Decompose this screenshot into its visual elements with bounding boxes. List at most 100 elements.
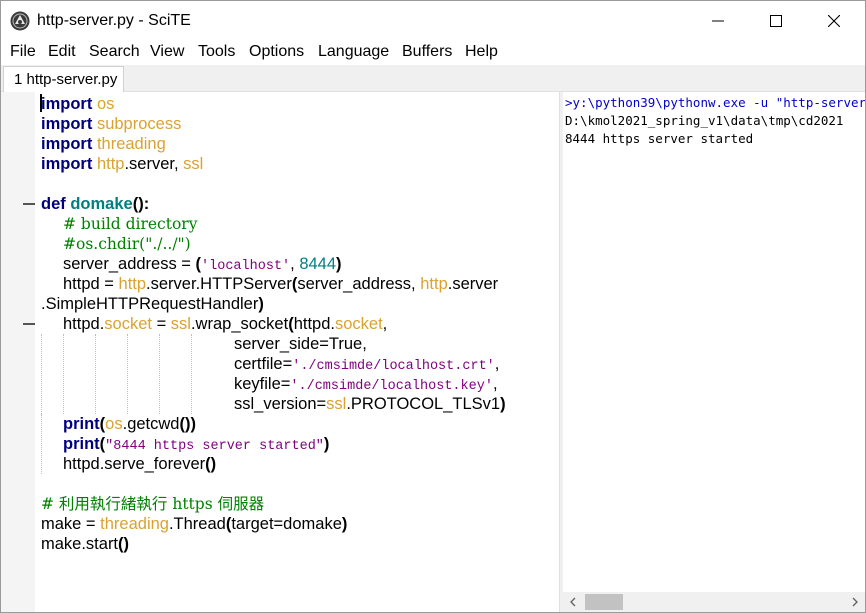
code-line: server_side=True, bbox=[234, 334, 367, 354]
comment: # build directory bbox=[63, 215, 198, 233]
output-horizontal-scrollbar[interactable] bbox=[563, 592, 865, 612]
output-pane[interactable]: >y:\python39\pythonw.exe -u "http-server… bbox=[563, 92, 865, 612]
operator: ) bbox=[336, 255, 342, 273]
module-name: http bbox=[118, 275, 147, 293]
scroll-left-button[interactable] bbox=[563, 592, 583, 612]
code-line: httpd.serve_forever() bbox=[63, 454, 216, 474]
code-text: httpd.serve_forever bbox=[63, 455, 206, 473]
code-line: # 利用執行緒執行 https 伺服器 bbox=[41, 494, 264, 514]
fold-marker-wrap-socket[interactable] bbox=[23, 323, 35, 325]
operator: ) bbox=[341, 515, 348, 533]
menu-options[interactable]: Options bbox=[249, 43, 304, 61]
keyword: import bbox=[41, 135, 93, 153]
code-line: make.start() bbox=[41, 534, 129, 554]
code-text: = bbox=[151, 315, 171, 333]
keyword: import bbox=[41, 115, 93, 133]
string-literal: 'localhost' bbox=[201, 259, 291, 274]
indent-guide bbox=[191, 334, 192, 414]
code-text: , bbox=[382, 315, 388, 333]
code-line: make = threading.Thread(target=domake) bbox=[41, 514, 347, 534]
code-text: .PROTOCOL_TLSv1 bbox=[346, 395, 501, 413]
code-line: keyfile='./cmsimde/localhost.key', bbox=[234, 374, 498, 394]
code-text: httpd = bbox=[63, 275, 119, 293]
fold-marker-def[interactable] bbox=[23, 203, 35, 205]
buffer-tab-bar: 1 http-server.py bbox=[1, 65, 865, 92]
minimize-button[interactable] bbox=[689, 1, 747, 41]
keyword: def bbox=[41, 195, 66, 213]
code-line: server_address = ('localhost', 8444) bbox=[63, 254, 342, 274]
code-line: httpd = http.server.HTTPServer(server_ad… bbox=[63, 274, 498, 294]
string-literal: './cmsimde/localhost.key' bbox=[290, 379, 493, 394]
menu-buffers[interactable]: Buffers bbox=[402, 43, 452, 61]
code-text: .Thread bbox=[168, 515, 226, 533]
menu-file[interactable]: File bbox=[10, 43, 36, 61]
title-bar: http-server.py - SciTE bbox=[1, 1, 865, 41]
code-line: httpd.socket = ssl.wrap_socket(httpd.soc… bbox=[63, 314, 387, 334]
code-text: .server.HTTPServer bbox=[146, 275, 292, 293]
keyword: import bbox=[41, 95, 93, 113]
code-text: , bbox=[492, 375, 498, 393]
scrollbar-thumb[interactable] bbox=[585, 594, 623, 610]
fold-margin[interactable] bbox=[1, 92, 35, 612]
module-name: http bbox=[420, 275, 448, 293]
operator: () bbox=[205, 455, 217, 473]
code-text: ssl_version= bbox=[234, 395, 327, 413]
chevron-left-icon bbox=[570, 597, 576, 607]
menu-view[interactable]: View bbox=[150, 43, 184, 61]
function-name: domake bbox=[70, 195, 133, 213]
module-name: os bbox=[96, 95, 115, 113]
menu-language[interactable]: Language bbox=[318, 43, 389, 61]
keyword: import bbox=[41, 155, 93, 173]
menu-search[interactable]: Search bbox=[89, 43, 140, 61]
operator: ()) bbox=[179, 415, 196, 433]
code-line: print(os.getcwd()) bbox=[63, 414, 196, 434]
module-name: socket bbox=[104, 315, 152, 333]
code-text: , bbox=[494, 355, 500, 373]
code-text: server_address = bbox=[63, 255, 196, 273]
output-line: D:\kmol2021_spring_v1\data\tmp\cd2021 bbox=[565, 113, 844, 128]
code-line: # build directory bbox=[63, 214, 197, 234]
code-text: .SimpleHTTPRequestHandler bbox=[41, 295, 259, 313]
code-text: keyfile= bbox=[234, 375, 291, 393]
code-text: server_side=True, bbox=[234, 335, 367, 353]
comment: #os.chdir("./../") bbox=[63, 235, 191, 253]
code-line: import http.server, ssl bbox=[41, 154, 203, 174]
menu-tools[interactable]: Tools bbox=[198, 43, 235, 61]
output-command-line: >y:\python39\pythonw.exe -u "http-server… bbox=[565, 95, 865, 110]
operator: (): bbox=[132, 195, 150, 213]
code-line: .SimpleHTTPRequestHandler) bbox=[41, 294, 264, 314]
code-text: certfile= bbox=[234, 355, 293, 373]
code-text: httpd. bbox=[293, 315, 335, 333]
menu-edit[interactable]: Edit bbox=[48, 43, 76, 61]
scite-window: http-server.py - SciTE File Edit Search … bbox=[0, 0, 866, 613]
close-button[interactable] bbox=[805, 1, 863, 41]
output-line: 8444 https server started bbox=[565, 131, 754, 146]
scite-app-icon[interactable] bbox=[10, 11, 30, 31]
module-name: ssl bbox=[170, 315, 191, 333]
module-name: threading bbox=[96, 135, 166, 153]
number-literal: 8444 bbox=[299, 255, 337, 273]
code-editor[interactable]: import os import subprocess import threa… bbox=[1, 92, 559, 612]
comment: # 利用執行緒執行 https 伺服器 bbox=[41, 495, 265, 513]
code-line: certfile='./cmsimde/localhost.crt', bbox=[234, 354, 499, 374]
code-text: .getcwd bbox=[122, 415, 180, 433]
tab-http-server-py[interactable]: 1 http-server.py bbox=[3, 66, 125, 92]
operator: () bbox=[118, 535, 130, 553]
operator: ) bbox=[500, 395, 506, 413]
maximize-icon bbox=[770, 15, 782, 27]
code-line: import subprocess bbox=[41, 114, 181, 134]
operator: ) bbox=[258, 295, 264, 313]
window-title: http-server.py - SciTE bbox=[37, 12, 191, 29]
keyword: print bbox=[63, 435, 100, 453]
indent-guide bbox=[63, 334, 64, 414]
code-line: import threading bbox=[41, 134, 166, 154]
keyword: print bbox=[63, 415, 100, 433]
minimize-icon bbox=[712, 20, 724, 22]
module-name: subprocess bbox=[96, 115, 182, 133]
maximize-button[interactable] bbox=[747, 1, 805, 41]
code-text: make.start bbox=[41, 535, 119, 553]
menu-help[interactable]: Help bbox=[465, 43, 498, 61]
scroll-right-button[interactable] bbox=[845, 592, 865, 612]
string-literal: "8444 https server started" bbox=[105, 439, 324, 454]
indent-guide bbox=[41, 334, 42, 414]
